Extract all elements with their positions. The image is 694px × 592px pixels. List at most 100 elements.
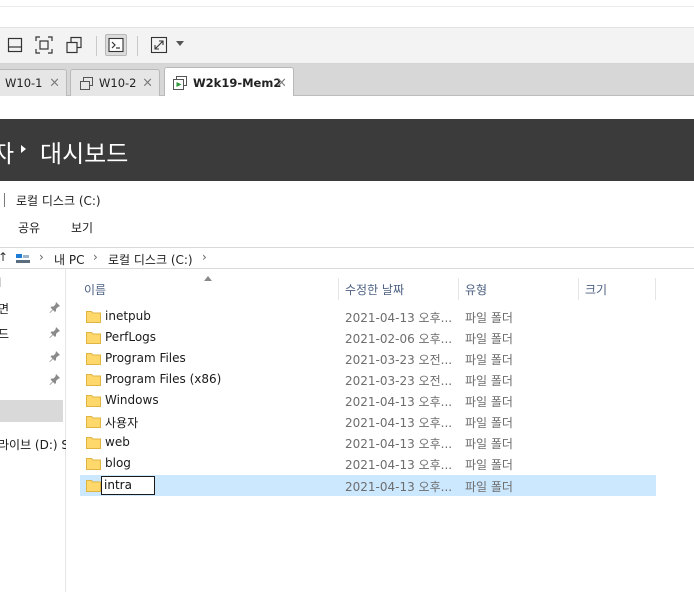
navigation-pane: l 면 드 라이브 xyxy=(0,269,66,592)
vm-toolbar xyxy=(0,28,694,64)
chevron-down-icon[interactable] xyxy=(176,41,184,46)
address-segment-drive[interactable]: 로컬 디스크 (C:) xyxy=(108,251,193,268)
vm-running-icon xyxy=(173,75,187,90)
nav-item-label: 라이브 (D:) S xyxy=(0,438,66,452)
toolbar-separator xyxy=(96,36,97,56)
vm-icon xyxy=(79,76,93,90)
close-icon[interactable]: × xyxy=(276,75,287,90)
file-type: 파일 폴더 xyxy=(465,311,513,325)
breadcrumb-prev[interactable]: 자 xyxy=(0,134,14,169)
up-arrow-icon[interactable]: ↑ xyxy=(0,250,8,264)
console-icon[interactable] xyxy=(105,34,127,56)
nav-item-label: l xyxy=(0,276,1,290)
fullscreen-icon[interactable] xyxy=(148,34,170,56)
folder-icon xyxy=(86,353,101,365)
column-header-date[interactable]: 수정한 날짜 xyxy=(345,281,404,298)
top-strip xyxy=(0,0,694,28)
column-divider[interactable] xyxy=(655,278,656,300)
server-manager-header: 자 대시보드 xyxy=(0,119,694,181)
page-title: 대시보드 xyxy=(40,140,129,168)
list-item[interactable]: web 2021-04-13 오후... 파일 폴더 xyxy=(80,432,656,453)
breadcrumb-arrow-icon xyxy=(21,145,26,153)
file-name: Windows xyxy=(105,393,159,407)
pc-icon xyxy=(16,253,30,263)
folder-icon xyxy=(86,332,101,344)
list-item[interactable]: Program Files 2021-03-23 오전... 파일 폴더 xyxy=(80,348,656,369)
list-item[interactable]: PerfLogs 2021-02-06 오후... 파일 폴더 xyxy=(80,327,656,348)
close-icon[interactable]: × xyxy=(142,76,153,91)
file-type: 파일 폴더 xyxy=(465,353,513,367)
file-name: web xyxy=(105,435,130,449)
file-name: blog xyxy=(105,456,131,470)
multi-window-icon[interactable] xyxy=(63,34,85,56)
nav-item[interactable]: l xyxy=(0,273,63,295)
nav-item[interactable] xyxy=(0,346,63,368)
column-divider[interactable] xyxy=(338,278,339,300)
column-header-size[interactable]: 크기 xyxy=(585,281,607,298)
file-name: Program Files xyxy=(105,351,186,365)
pin-icon[interactable] xyxy=(49,373,61,385)
list-item[interactable]: Windows 2021-04-13 오후... 파일 폴더 xyxy=(80,390,656,411)
title-divider xyxy=(4,193,5,207)
nav-item-selected[interactable] xyxy=(0,400,63,422)
file-name: 사용자 xyxy=(105,416,139,430)
list-item[interactable]: 사용자 2021-04-13 오후... 파일 폴더 xyxy=(80,411,656,432)
close-icon[interactable]: × xyxy=(49,76,60,91)
file-explorer: 로컬 디스크 (C:) 공유 보기 ↑ › 내 PC › 로컬 디스크 (C:)… xyxy=(0,181,694,592)
file-type: 파일 폴더 xyxy=(465,480,513,494)
column-headers: 이름 수정한 날짜 유형 크기 xyxy=(78,278,694,300)
folder-icon xyxy=(86,416,101,428)
chevron-right-icon[interactable]: › xyxy=(93,250,98,264)
pin-icon[interactable] xyxy=(49,350,61,362)
nav-item-label: 면 xyxy=(0,302,10,316)
pin-icon[interactable] xyxy=(49,326,61,338)
folder-icon xyxy=(86,395,101,407)
pin-icon[interactable] xyxy=(49,301,61,313)
nav-item-drive-d[interactable]: 라이브 (D:) S xyxy=(0,433,66,455)
address-bar[interactable]: ↑ › 내 PC › 로컬 디스크 (C:) › xyxy=(0,247,694,269)
column-divider[interactable] xyxy=(578,278,579,300)
list-item[interactable]: blog 2021-04-13 오후... 파일 폴더 xyxy=(80,453,656,474)
chevron-right-icon[interactable]: › xyxy=(39,250,44,264)
address-segment-pc[interactable]: 내 PC xyxy=(54,251,84,268)
tab-w10-1[interactable]: W10-1 × xyxy=(0,69,67,96)
ribbon-tab-view[interactable]: 보기 xyxy=(71,219,93,236)
column-header-name[interactable]: 이름 xyxy=(84,281,106,298)
folder-icon xyxy=(86,374,101,386)
list-item-selected[interactable]: intra 2021-04-13 오후... 파일 폴더 xyxy=(80,475,656,496)
file-date: 2021-03-23 오전... xyxy=(345,353,453,367)
tab-label: W2k19-Mem2 xyxy=(193,75,282,90)
list-item[interactable]: inetpub 2021-04-13 오후... 파일 폴더 xyxy=(80,306,656,327)
tab-w10-2[interactable]: W10-2 × xyxy=(70,69,160,96)
column-header-type[interactable]: 유형 xyxy=(465,281,487,298)
file-name: Program Files (x86) xyxy=(105,372,222,386)
nav-item[interactable] xyxy=(0,369,63,391)
chevron-right-icon[interactable]: › xyxy=(202,250,207,264)
nav-item[interactable]: 면 xyxy=(0,297,63,319)
file-type: 파일 폴더 xyxy=(465,332,513,346)
column-divider[interactable] xyxy=(458,278,459,300)
file-date: 2021-04-13 오후... xyxy=(345,416,453,430)
rename-input[interactable]: intra xyxy=(101,476,155,495)
tab-w2k19-mem2[interactable]: W2k19-Mem2 × xyxy=(164,67,294,97)
file-name: inetpub xyxy=(105,309,151,323)
file-type: 파일 폴더 xyxy=(465,458,513,472)
ribbon-tab-share[interactable]: 공유 xyxy=(18,219,40,236)
file-date: 2021-04-13 오후... xyxy=(345,437,453,451)
file-date: 2021-04-13 오후... xyxy=(345,480,453,494)
window-restore-icon[interactable] xyxy=(4,34,26,56)
folder-icon xyxy=(86,458,101,470)
nav-item-label: 드 xyxy=(0,327,10,341)
tab-label: W10-1 xyxy=(5,76,43,90)
file-type: 파일 폴더 xyxy=(465,374,513,388)
tab-label: W10-2 xyxy=(99,76,137,90)
strip-divider xyxy=(0,6,694,7)
nav-item[interactable]: 드 xyxy=(0,322,63,344)
file-type: 파일 폴더 xyxy=(465,437,513,451)
folder-icon xyxy=(86,437,101,449)
fit-guest-icon[interactable] xyxy=(33,34,55,56)
folder-icon xyxy=(86,311,101,323)
guest-top-area xyxy=(0,96,694,119)
list-item[interactable]: Program Files (x86) 2021-03-23 오전... 파일 … xyxy=(80,369,656,390)
file-date: 2021-03-23 오전... xyxy=(345,374,453,388)
